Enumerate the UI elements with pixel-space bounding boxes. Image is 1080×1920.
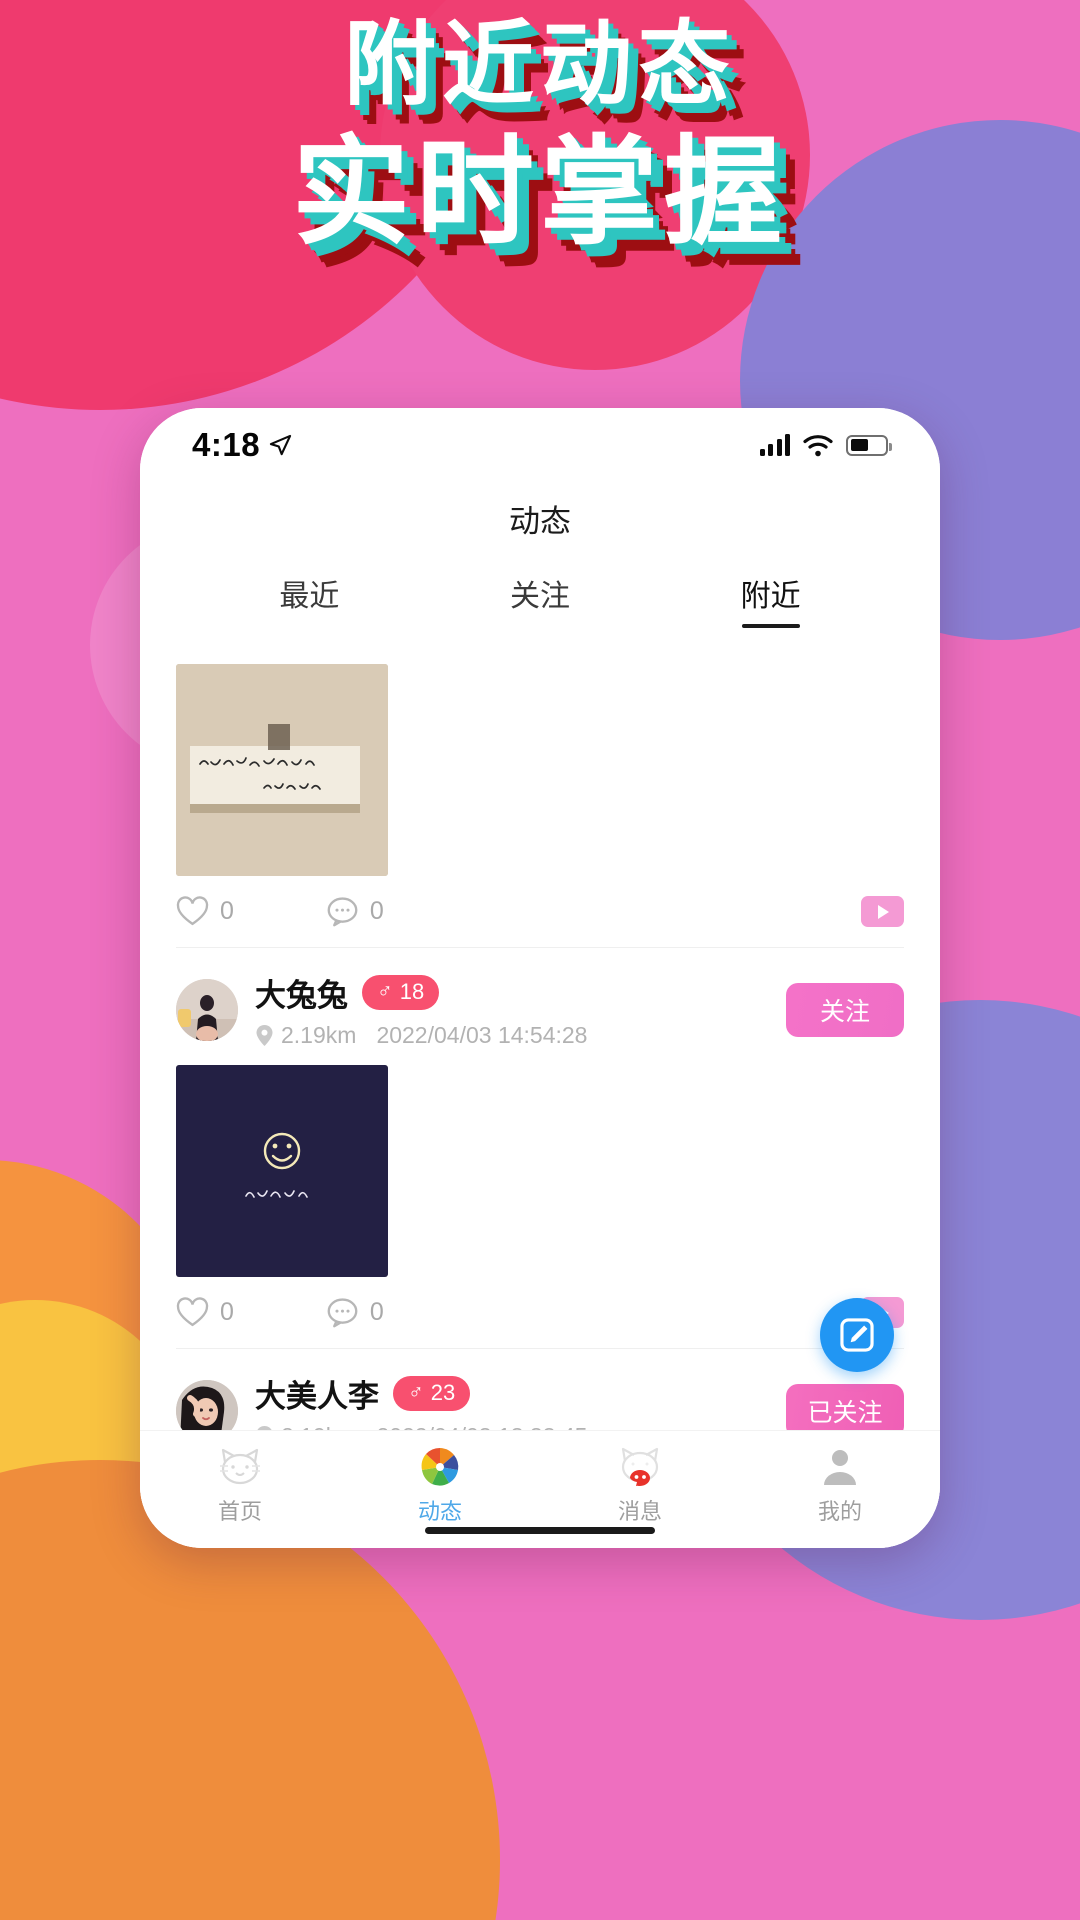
user-distance: 2.19km — [281, 1423, 356, 1430]
post-user-row[interactable]: 大美人李 ♂ 23 2.19km 2022/04/03 13:33:45 — [176, 1349, 904, 1430]
post-media-quote[interactable] — [176, 1065, 388, 1277]
battery-icon — [846, 434, 892, 456]
post-actions: 0 0 — [176, 1277, 904, 1348]
color-pinwheel-icon — [340, 1443, 540, 1491]
follow-button[interactable]: 关注 — [786, 982, 904, 1037]
comment-bubble-icon — [327, 1298, 358, 1328]
like-action[interactable]: 0 — [176, 1297, 234, 1328]
tabbar-label-home: 首页 — [217, 1499, 262, 1524]
comment-action[interactable]: 0 — [326, 1297, 384, 1328]
play-triangle-icon — [878, 904, 889, 919]
cellular-signal-icon — [759, 434, 790, 456]
avatar-image — [176, 978, 238, 1041]
heart-icon — [176, 896, 209, 926]
post-timestamp: 2022/04/03 13:33:45 — [376, 1423, 587, 1430]
male-symbol-icon: ♂ — [377, 980, 393, 1003]
avatar-image — [176, 1379, 238, 1430]
post-user-row[interactable]: 大兔兔 ♂ 18 2.19km 2022/04/03 14:54:28 关注 — [176, 948, 904, 1055]
headline-line-2: 实时掌握 — [291, 122, 788, 261]
video-play-button[interactable] — [861, 896, 904, 927]
feed-post: 大美人李 ♂ 23 2.19km 2022/04/03 13:33:45 — [140, 1349, 940, 1430]
feed-tabs: 最近 关注 附近 — [140, 547, 940, 628]
page-title: 动态 — [509, 504, 571, 539]
like-count: 0 — [220, 897, 234, 925]
user-name: 大美人李 — [255, 1379, 379, 1414]
feed-post: 大兔兔 ♂ 18 2.19km 2022/04/03 14:54:28 关注 0… — [140, 948, 940, 1348]
phone-mockup: 4:18 动态 最近 关注 附近 0 0 大兔兔 ♂ 18 2.19km 202… — [140, 408, 940, 1548]
post-media-note[interactable] — [176, 664, 388, 876]
status-bar: 4:18 — [140, 408, 940, 482]
tab-recent[interactable]: 最近 — [194, 571, 425, 628]
user-age: 23 — [430, 1380, 456, 1405]
heart-icon — [176, 1297, 209, 1327]
tabbar-item-home[interactable]: 首页 — [140, 1443, 340, 1526]
quote-card-image — [176, 1065, 388, 1277]
male-symbol-icon: ♂ — [408, 1381, 424, 1404]
avatar[interactable] — [176, 1379, 238, 1430]
compose-icon — [840, 1318, 874, 1352]
tab-nearby[interactable]: 附近 — [655, 571, 886, 628]
status-bar-right — [759, 434, 892, 457]
tabbar-label-feed: 动态 — [417, 1499, 462, 1524]
post-actions: 0 0 — [176, 876, 904, 947]
feed-list[interactable]: 0 0 大兔兔 ♂ 18 2.19km 2022/04/03 14:54:28 … — [140, 654, 940, 1430]
status-time: 4:18 — [192, 426, 261, 463]
user-name-row: 大美人李 ♂ 23 — [255, 1371, 786, 1416]
avatar[interactable] — [176, 978, 238, 1041]
location-pin-icon — [256, 1025, 273, 1046]
user-location-row: 2.19km 2022/04/03 14:54:28 — [255, 1022, 786, 1049]
tabbar-item-feed[interactable]: 动态 — [340, 1443, 540, 1526]
post-timestamp: 2022/04/03 14:54:28 — [376, 1022, 588, 1048]
user-age: 18 — [399, 979, 425, 1004]
like-count: 0 — [220, 1298, 234, 1326]
gender-age-badge: ♂ 18 — [362, 975, 440, 1010]
person-icon — [740, 1443, 940, 1491]
follow-button[interactable]: 已关注 — [786, 1383, 904, 1430]
like-action[interactable]: 0 — [176, 896, 234, 927]
headline-line-1: 附近动态 — [343, 11, 736, 118]
promo-headline: 附近动态 实时掌握 — [0, 11, 1080, 261]
comment-action[interactable]: 0 — [326, 896, 384, 927]
user-location-row: 2.19km 2022/04/03 13:33:45 — [255, 1423, 786, 1430]
user-name-row: 大兔兔 ♂ 18 — [255, 970, 786, 1015]
compose-post-button[interactable] — [820, 1298, 894, 1372]
tab-following[interactable]: 关注 — [425, 571, 656, 628]
cat-face-icon — [140, 1443, 340, 1491]
tabbar-label-messages: 消息 — [617, 1499, 662, 1524]
wifi-icon — [803, 434, 833, 456]
tabbar-item-messages[interactable]: 消息 — [540, 1443, 740, 1526]
user-meta: 大兔兔 ♂ 18 2.19km 2022/04/03 14:54:28 — [255, 970, 786, 1049]
note-photo-image — [176, 664, 388, 876]
user-name: 大兔兔 — [255, 978, 348, 1013]
user-meta: 大美人李 ♂ 23 2.19km 2022/04/03 13:33:45 — [255, 1371, 786, 1430]
comment-count: 0 — [369, 897, 384, 925]
app-screen: 4:18 动态 最近 关注 附近 0 0 大兔兔 ♂ 18 2.19km 202… — [140, 408, 940, 1548]
comment-count: 0 — [369, 1298, 384, 1326]
cat-chat-icon — [540, 1443, 740, 1491]
home-indicator — [425, 1527, 655, 1534]
location-arrow-icon — [269, 434, 292, 455]
tabbar-label-profile: 我的 — [817, 1499, 862, 1524]
feed-post: 0 0 — [140, 664, 940, 947]
tabbar-item-profile[interactable]: 我的 — [740, 1443, 940, 1526]
status-bar-left: 4:18 — [192, 426, 292, 464]
user-distance: 2.19km — [281, 1022, 357, 1048]
comment-bubble-icon — [327, 897, 358, 927]
gender-age-badge: ♂ 23 — [393, 1376, 471, 1411]
